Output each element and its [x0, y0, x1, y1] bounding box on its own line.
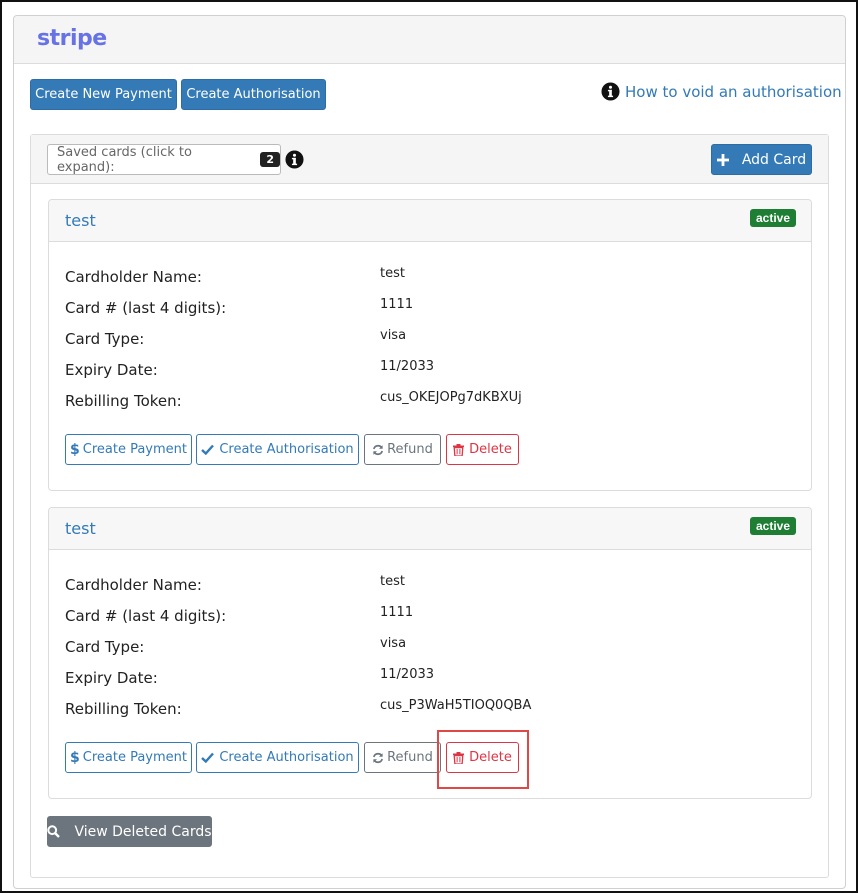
- card-type-label: Card Type:: [65, 638, 145, 656]
- delete-button[interactable]: Delete: [446, 434, 519, 465]
- refresh-icon: [372, 444, 384, 456]
- token-label: Rebilling Token:: [65, 392, 182, 410]
- view-deleted-cards-button[interactable]: View Deleted Cards: [47, 816, 212, 847]
- token-label: Rebilling Token:: [65, 700, 182, 718]
- dollar-icon: $: [70, 441, 80, 458]
- create-authorisation-label: Create Authorisation: [219, 442, 354, 457]
- expiry-value: 11/2033: [380, 359, 435, 374]
- card-number-value: 1111: [380, 605, 414, 620]
- token-value: cus_P3WaH5TIOQ0QBA: [380, 698, 532, 713]
- saved-cards-label: Saved cards (click to expand):: [57, 144, 192, 175]
- stripe-logo: stripe: [37, 26, 107, 51]
- card-number-value: 1111: [380, 297, 414, 312]
- check-icon: [201, 444, 215, 455]
- void-authorisation-link[interactable]: How to void an authorisation: [601, 82, 842, 101]
- expiry-label: Expiry Date:: [65, 361, 158, 379]
- saved-cards-panel: Saved cards (click to expand): 2 Add Car…: [30, 134, 829, 878]
- card-type-label: Card Type:: [65, 330, 145, 348]
- refund-label: Refund: [387, 750, 433, 765]
- refund-label: Refund: [387, 442, 433, 457]
- cardholder-label: Cardholder Name:: [65, 576, 202, 594]
- create-new-payment-label: Create New Payment: [35, 87, 172, 102]
- create-authorisation-button[interactable]: Create Authorisation: [181, 79, 326, 110]
- saved-card: test active Cardholder Name: test Card #…: [48, 199, 812, 491]
- card-header: test active: [49, 200, 811, 242]
- search-icon: [47, 825, 61, 838]
- info-circle-icon[interactable]: [285, 150, 304, 169]
- create-authorisation-button[interactable]: Create Authorisation: [196, 434, 359, 465]
- void-authorisation-label: How to void an authorisation: [625, 82, 842, 101]
- create-payment-label: Create Payment: [82, 750, 187, 765]
- token-value: cus_OKEJOPg7dKBXUj: [380, 390, 522, 405]
- cardholder-label: Cardholder Name:: [65, 268, 202, 286]
- saved-cards-header: Saved cards (click to expand): 2 Add Car…: [31, 135, 828, 184]
- expiry-label: Expiry Date:: [65, 669, 158, 687]
- add-card-button[interactable]: Add Card: [711, 144, 812, 175]
- saved-cards-count-badge: 2: [260, 152, 280, 167]
- panel-header: stripe: [14, 16, 845, 64]
- cardholder-value: test: [380, 266, 405, 281]
- create-authorisation-button[interactable]: Create Authorisation: [196, 742, 359, 773]
- delete-button-highlight: [437, 730, 529, 789]
- card-number-label: Card # (last 4 digits):: [65, 607, 227, 625]
- card-number-label: Card # (last 4 digits):: [65, 299, 227, 317]
- status-badge: active: [749, 517, 796, 535]
- refund-button[interactable]: Refund: [364, 434, 441, 465]
- card-type-value: visa: [380, 636, 407, 651]
- refund-button[interactable]: Refund: [364, 742, 441, 773]
- info-circle-icon: [601, 82, 620, 101]
- card-type-value: visa: [380, 328, 407, 343]
- trash-icon: [453, 443, 465, 456]
- dollar-icon: $: [70, 749, 80, 766]
- card-title: test: [65, 211, 96, 230]
- card-title: test: [65, 519, 96, 538]
- view-deleted-cards-label: View Deleted Cards: [74, 823, 212, 840]
- create-payment-button[interactable]: $ Create Payment: [65, 434, 192, 465]
- create-new-payment-button[interactable]: Create New Payment: [30, 79, 177, 110]
- cardholder-value: test: [380, 574, 405, 589]
- saved-card: test active Cardholder Name: test Card #…: [48, 507, 812, 799]
- create-authorisation-label: Create Authorisation: [219, 750, 354, 765]
- check-icon: [201, 752, 215, 763]
- create-authorisation-label: Create Authorisation: [186, 87, 321, 102]
- expiry-value: 11/2033: [380, 667, 435, 682]
- delete-label: Delete: [469, 442, 512, 457]
- add-card-label: Add Card: [741, 151, 807, 168]
- create-payment-label: Create Payment: [82, 442, 187, 457]
- status-badge: active: [749, 209, 796, 227]
- create-payment-button[interactable]: $ Create Payment: [65, 742, 192, 773]
- card-header: test active: [49, 508, 811, 550]
- plus-icon: [716, 153, 729, 166]
- refresh-icon: [372, 752, 384, 764]
- saved-cards-toggle[interactable]: Saved cards (click to expand): 2: [47, 144, 281, 175]
